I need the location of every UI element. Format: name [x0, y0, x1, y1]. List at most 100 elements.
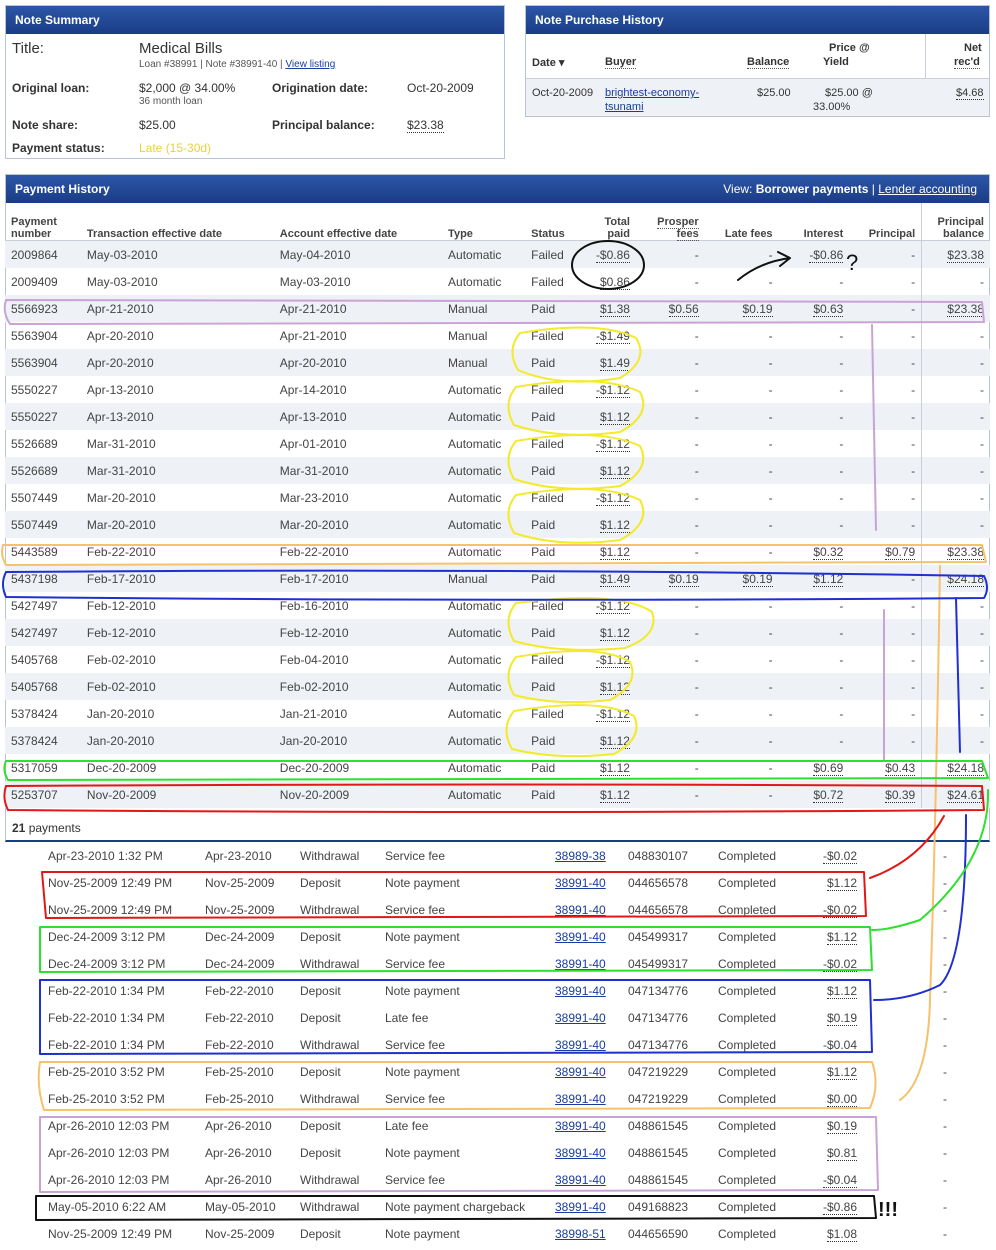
payment-amount-link[interactable]: -$1.12 [595, 598, 630, 614]
payment-cell: Jan-21-2010 [274, 700, 442, 727]
payment-amount-link[interactable]: $0.56 [668, 301, 699, 317]
payment-amount-link[interactable]: $23.38 [947, 544, 984, 560]
payment-amount-link[interactable]: -$1.12 [595, 490, 630, 506]
payment-amount-link[interactable]: $24.18 [947, 571, 984, 587]
payment-amount-link[interactable]: -$1.49 [595, 328, 630, 344]
transaction-cell-text: Feb-22-2010 1:34 PM [48, 1010, 165, 1025]
transaction-amount-link[interactable]: -$0.86 [822, 1199, 857, 1215]
transaction-amount-link[interactable]: $1.12 [826, 875, 857, 891]
note-id-link[interactable]: 38991-40 [555, 1065, 606, 1079]
note-id-link[interactable]: 38991-40 [555, 984, 606, 998]
transaction-cell: Nov-25-2009 12:49 PM [40, 1220, 197, 1247]
payment-cell: - [849, 430, 921, 457]
transaction-cell-text: Feb-22-2010 [205, 1037, 274, 1052]
payment-amount-link[interactable]: $1.49 [599, 355, 630, 371]
payment-amount-link[interactable]: $1.12 [599, 679, 630, 695]
transaction-amount-link[interactable]: $0.19 [826, 1010, 857, 1026]
transaction-amount-link[interactable]: -$0.02 [822, 956, 857, 972]
payment-amount-link[interactable]: $0.63 [813, 301, 844, 317]
payment-amount-link[interactable]: $23.38 [947, 301, 984, 317]
view-lender-accounting-link[interactable]: Lender accounting [878, 182, 977, 196]
transaction-cell: Deposit [292, 977, 377, 1004]
payment-cell: Apr-13-2010 [80, 403, 274, 430]
payment-amount-link[interactable]: $1.12 [813, 571, 844, 587]
payment-amount-link[interactable]: $1.12 [599, 463, 630, 479]
payment-cell: May-03-2010 [274, 268, 442, 295]
payment-amount-link[interactable]: $1.49 [599, 571, 630, 587]
payment-amount-link[interactable]: -$1.12 [595, 382, 630, 398]
payment-amount-link[interactable]: $1.12 [599, 625, 630, 641]
transaction-cell-text: Completed [718, 1145, 777, 1160]
payment-amount-link[interactable]: $1.38 [599, 301, 630, 317]
payment-cell-text: May-03-2010 [86, 274, 158, 289]
payment-cell: Apr-21-2010 [80, 295, 274, 322]
note-id-link[interactable]: 38991-40 [555, 1173, 606, 1187]
transaction-cell: Service fee [377, 950, 547, 977]
payment-amount-link[interactable]: $1.12 [599, 787, 630, 803]
payment-amount-link[interactable]: $0.19 [668, 571, 699, 587]
note-id-link[interactable]: 38991-40 [555, 1119, 606, 1133]
payment-amount-link[interactable]: $24.61 [947, 787, 984, 803]
payment-amount-link[interactable]: $0.86 [599, 274, 630, 290]
payment-amount-link[interactable]: -$1.12 [595, 706, 630, 722]
note-id-link[interactable]: 38991-40 [555, 1200, 606, 1214]
transaction-amount-link[interactable]: $0.19 [826, 1118, 857, 1134]
note-id-link[interactable]: 38989-38 [555, 849, 606, 863]
note-id-link[interactable]: 38991-40 [555, 1011, 606, 1025]
note-id-link[interactable]: 38998-51 [555, 1227, 606, 1241]
note-id-link[interactable]: 38991-40 [555, 1092, 606, 1106]
note-id-link[interactable]: 38991-40 [555, 1146, 606, 1160]
note-id-link[interactable]: 38991-40 [555, 903, 606, 917]
purchase-net[interactable]: $4.68 [956, 87, 984, 100]
note-id-link[interactable]: 38991-40 [555, 930, 606, 944]
payment-amount-link[interactable]: -$0.86 [595, 247, 630, 263]
payment-amount-link[interactable]: $23.38 [947, 247, 984, 263]
buyer-link-line2[interactable]: tsunami [605, 101, 644, 113]
payment-amount-link[interactable]: -$0.86 [809, 247, 844, 263]
transaction-amount-link[interactable]: $0.00 [826, 1091, 857, 1107]
payment-amount-link[interactable]: $0.32 [813, 544, 844, 560]
transaction-amount-link[interactable]: -$0.04 [822, 1172, 857, 1188]
payment-amount-link[interactable]: $1.12 [599, 733, 630, 749]
transaction-amount-link[interactable]: $1.12 [826, 983, 857, 999]
transaction-amount-link[interactable]: -$0.04 [822, 1037, 857, 1053]
payment-amount-link[interactable]: $0.19 [742, 571, 773, 587]
transaction-cell-text: Deposit [300, 929, 341, 944]
payment-amount-link[interactable]: $1.12 [599, 760, 630, 776]
payment-amount-link[interactable]: $1.12 [599, 544, 630, 560]
payment-amount-link[interactable]: $0.72 [813, 787, 844, 803]
payment-amount-link[interactable]: $0.43 [885, 760, 916, 776]
payment-amount-link[interactable]: $0.39 [885, 787, 916, 803]
transaction-cell: 38991-40 [547, 1004, 620, 1031]
note-id-link[interactable]: 38991-40 [555, 957, 606, 971]
payment-cell: $1.12 [589, 538, 636, 565]
payment-amount-link[interactable]: $0.79 [885, 544, 916, 560]
payment-cell-text: - [839, 490, 844, 505]
payment-cell-text: - [980, 382, 984, 397]
payment-row: 5437198 Feb-17-2010 Feb-17-2010 Manual Paid $… [5, 565, 990, 592]
view-listing-link[interactable]: View listing [285, 59, 335, 70]
transaction-amount-link[interactable]: $1.12 [826, 1064, 857, 1080]
payment-amount-link[interactable]: $1.12 [599, 409, 630, 425]
payment-amount-link[interactable]: $24.18 [947, 760, 984, 776]
payment-amount-link[interactable]: -$1.12 [595, 436, 630, 452]
payment-cell: 5563904 [5, 322, 81, 349]
transaction-cell-text: Note payment [385, 1145, 460, 1160]
payment-amount-link[interactable]: $0.19 [742, 301, 773, 317]
transaction-amount-link[interactable]: -$0.02 [822, 902, 857, 918]
transaction-amount-link[interactable]: $0.81 [826, 1145, 857, 1161]
transaction-amount-link[interactable]: $1.12 [826, 929, 857, 945]
transaction-row: Apr-26-2010 12:03 PM Apr-26-2010 Withdrawa… [40, 1166, 955, 1193]
transaction-amount-link[interactable]: $1.08 [826, 1226, 857, 1242]
payment-amount-link[interactable]: $1.12 [599, 517, 630, 533]
note-id-link[interactable]: 38991-40 [555, 876, 606, 890]
payment-amount-link[interactable]: -$1.12 [595, 652, 630, 668]
principal-balance-value[interactable]: $23.38 [407, 118, 444, 133]
buyer-link[interactable]: brightest-economy- [605, 87, 699, 99]
note-id-link[interactable]: 38991-40 [555, 1038, 606, 1052]
transaction-amount-link[interactable]: -$0.02 [822, 848, 857, 864]
payment-cell-text: - [911, 490, 916, 505]
col-date-sort[interactable]: Date ▾ [532, 56, 564, 69]
payment-cell-text: Automatic [448, 382, 502, 397]
payment-amount-link[interactable]: $0.69 [813, 760, 844, 776]
